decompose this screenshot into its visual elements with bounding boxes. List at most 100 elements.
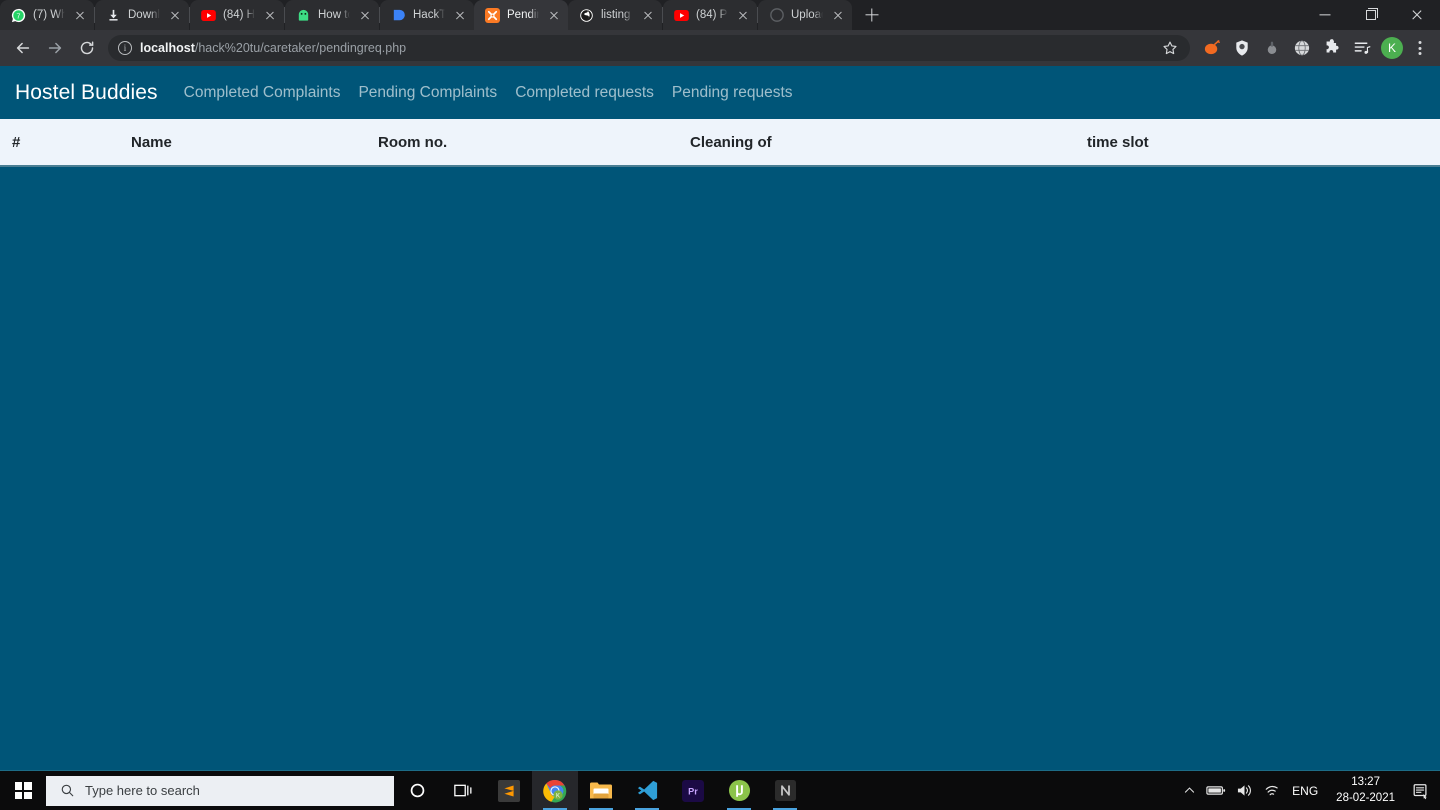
clock-date: 28-02-2021 [1336,791,1395,804]
browser-tab[interactable]: 7 (7) WhatsApp [0,0,94,30]
close-icon[interactable] [640,7,656,23]
tab-title: (84) Php Tutoria [696,9,728,21]
browser-tab[interactable]: HackTU 2.0: Da [380,0,474,30]
tab-strip: 7 (7) WhatsApp Downloads [0,0,1440,30]
restore-icon[interactable] [1348,0,1394,30]
language-indicator[interactable]: ENG [1290,784,1320,798]
tab-title: listing directory [601,9,633,21]
avatar[interactable]: K [1381,37,1403,59]
window-controls [1302,0,1440,30]
column-header-index: # [12,133,21,151]
battery-icon[interactable] [1206,784,1226,797]
vs-code-icon[interactable] [624,771,670,810]
xampp-icon [485,7,500,23]
sublime-text-icon[interactable] [486,771,532,810]
file-explorer-icon[interactable] [578,771,624,810]
new-tab-button[interactable] [858,1,886,29]
nav-link-completed-requests[interactable]: Completed requests [515,84,654,102]
browser-tab[interactable]: Downloads [95,0,189,30]
search-placeholder: Type here to search [85,783,200,798]
youtube-icon [674,8,689,23]
star-icon[interactable] [1156,34,1184,62]
adblock-shield-icon[interactable] [1228,34,1256,62]
back-arrow-icon[interactable] [8,33,38,63]
windows-taskbar: Type here to search K Pr ENG 13:27 28-02… [0,770,1440,810]
reload-icon[interactable] [72,33,102,63]
kebab-menu-icon[interactable] [1408,34,1432,62]
svg-text:7: 7 [17,13,21,20]
close-icon[interactable] [830,7,846,23]
nav-link-pending-requests[interactable]: Pending requests [672,84,793,102]
search-input[interactable]: Type here to search [46,775,394,806]
browser-window: 7 (7) WhatsApp Downloads [0,0,1440,770]
browser-tab[interactable]: Upload files · k [758,0,852,30]
chevron-up-icon[interactable] [1183,784,1196,797]
clock[interactable]: 13:27 28-02-2021 [1330,775,1401,806]
close-icon[interactable] [72,7,88,23]
close-icon[interactable] [1394,0,1440,30]
close-icon[interactable] [546,7,562,23]
windows-start-icon[interactable] [0,771,46,810]
tab-title: (84) How To Ma [223,9,255,21]
close-icon[interactable] [452,7,468,23]
address-bar[interactable]: localhost/hack%20tu/caretaker/pendingreq… [108,35,1190,61]
column-header-cleaning-of: Cleaning of [690,133,772,151]
notifications-icon[interactable] [1411,782,1430,800]
table-body-empty [0,167,1440,770]
tab-title: HackTU 2.0: Da [413,9,445,21]
utorrent-icon[interactable] [716,771,762,810]
premiere-pro-icon[interactable]: Pr [670,771,716,810]
dark-reader-icon[interactable] [1258,34,1286,62]
search-icon [61,784,74,797]
n-app-icon[interactable] [762,771,808,810]
browser-tab[interactable]: listing directory [568,0,662,30]
cortana-circle-icon[interactable] [394,771,440,810]
close-icon[interactable] [167,7,183,23]
translate-globe-icon[interactable] [1288,34,1316,62]
volume-icon[interactable] [1236,783,1253,798]
browser-tab[interactable]: How to view PH [285,0,379,30]
minimize-icon[interactable] [1302,0,1348,30]
tab-title: Downloads [128,9,160,21]
reading-list-icon[interactable] [1348,34,1376,62]
wifi-icon[interactable] [1263,784,1280,798]
table-header-row: # Name Room no. Cleaning of time slot [0,119,1440,167]
tab-title: Upload files · k [791,9,823,21]
close-icon[interactable] [735,7,751,23]
column-header-time-slot: time slot [1087,133,1149,151]
task-view-icon[interactable] [440,771,486,810]
puzzle-extensions-icon[interactable] [1318,34,1346,62]
browser-tab-active[interactable]: Pending reques [474,0,568,30]
globe-dark-icon [579,8,594,23]
url-text: localhost/hack%20tu/caretaker/pendingreq… [140,41,406,55]
nav-link-completed-complaints[interactable]: Completed Complaints [184,84,341,102]
tab-title: How to view PH [318,9,350,21]
github-icon [769,8,784,23]
close-icon[interactable] [357,7,373,23]
clock-time: 13:27 [1351,775,1380,788]
android-green-icon [296,8,311,23]
url-host: localhost [140,41,195,55]
honey-extension-icon[interactable] [1198,34,1226,62]
column-header-name: Name [131,133,172,151]
web-page: Hostel Buddies Completed Complaints Pend… [0,66,1440,770]
tab-title: (7) WhatsApp [33,9,65,21]
site-navbar: Hostel Buddies Completed Complaints Pend… [0,66,1440,119]
system-tray: ENG 13:27 28-02-2021 [1183,775,1440,806]
forward-arrow-icon[interactable] [40,33,70,63]
blue-blob-icon [391,8,406,23]
column-header-room-no: Room no. [378,133,448,151]
info-circle-icon[interactable] [118,41,132,55]
browser-tab[interactable]: (84) How To Ma [190,0,284,30]
tab-title: Pending reques [507,9,539,21]
page-title[interactable]: Hostel Buddies [15,81,158,105]
url-path: /hack%20tu/caretaker/pendingreq.php [194,41,407,55]
whatsapp-icon: 7 [11,8,26,23]
close-icon[interactable] [262,7,278,23]
taskbar-apps: K Pr [394,770,808,810]
google-chrome-icon[interactable]: K [532,770,578,810]
nav-link-pending-complaints[interactable]: Pending Complaints [358,84,497,102]
browser-tab[interactable]: (84) Php Tutoria [663,0,757,30]
svg-text:K: K [556,793,560,799]
youtube-icon [201,8,216,23]
